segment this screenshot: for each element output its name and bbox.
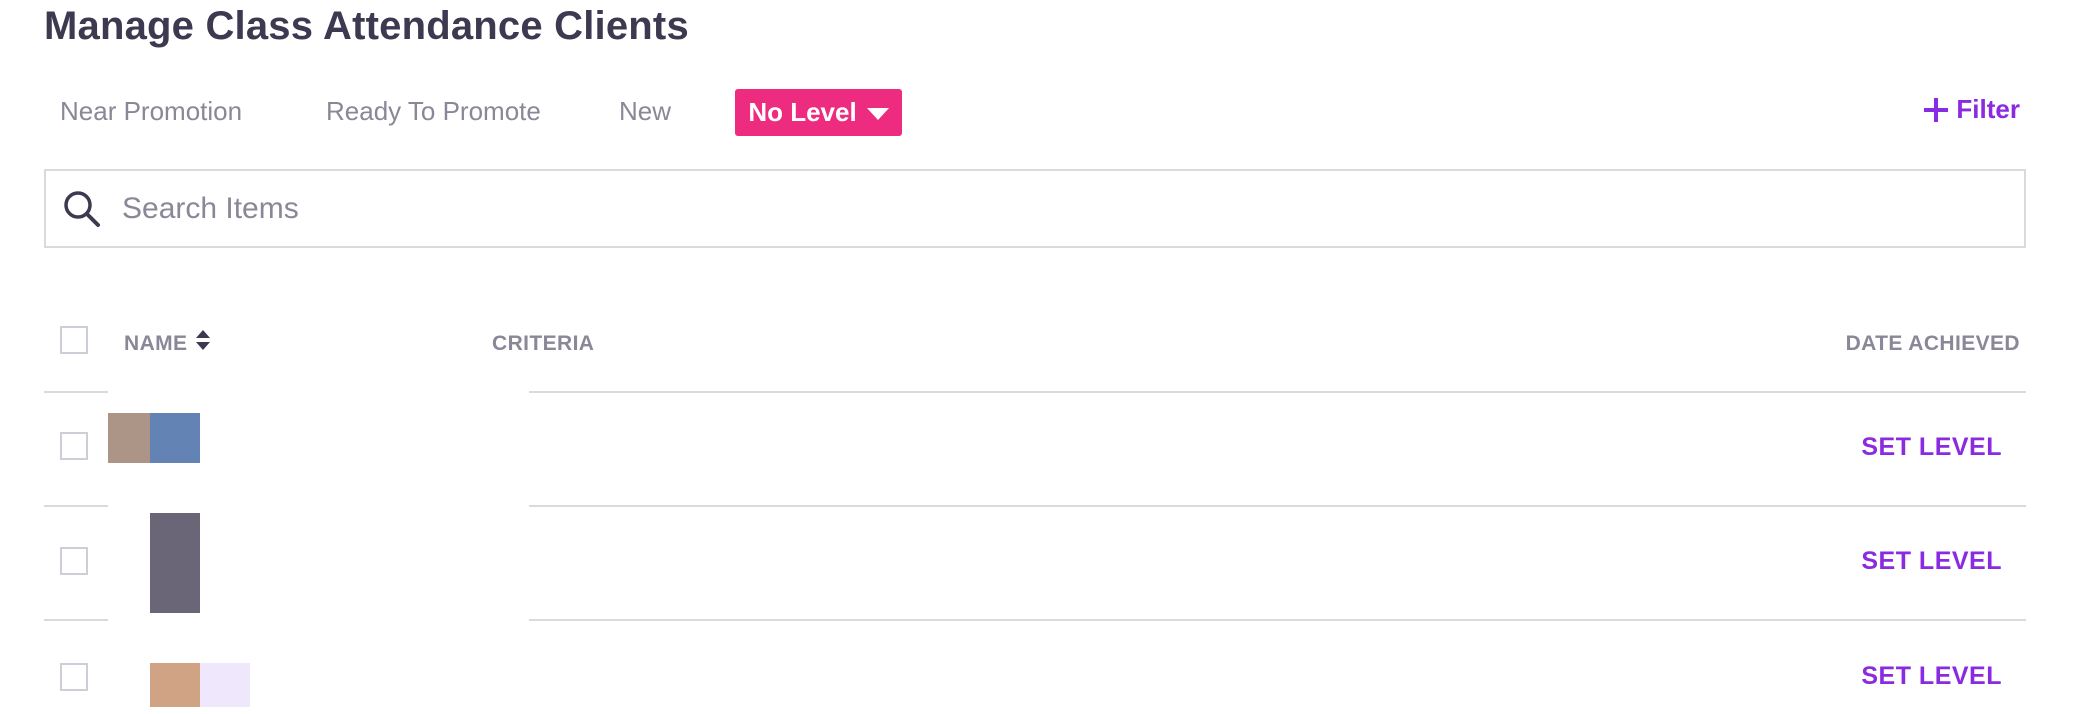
- search-bar: [44, 169, 2026, 248]
- tab-new[interactable]: New: [619, 96, 671, 127]
- row-checkbox[interactable]: [60, 547, 88, 575]
- avatar-swatch: [150, 663, 200, 707]
- search-icon: [56, 183, 108, 235]
- set-level-button[interactable]: SET LEVEL: [1861, 662, 2002, 691]
- table-header: NAME CRITERIA DATE ACHIEVED: [44, 318, 2026, 374]
- page: Manage Class Attendance Clients Near Pro…: [0, 0, 2096, 714]
- sort-icon[interactable]: [194, 330, 212, 356]
- set-level-button[interactable]: SET LEVEL: [1861, 547, 2002, 576]
- set-level-button[interactable]: SET LEVEL: [1861, 433, 2002, 462]
- tab-ready-to-promote[interactable]: Ready To Promote: [326, 96, 541, 127]
- row-checkbox[interactable]: [60, 432, 88, 460]
- caret-down-icon: [866, 108, 889, 120]
- search-input[interactable]: [120, 190, 1924, 227]
- column-criteria: CRITERIA: [492, 332, 595, 355]
- avatar-swatch: [150, 413, 200, 463]
- filter-button[interactable]: Filter: [1924, 94, 2020, 125]
- plus-icon: [1924, 97, 1949, 122]
- tab-near-promotion[interactable]: Near Promotion: [60, 96, 242, 127]
- row-checkbox[interactable]: [60, 663, 88, 691]
- page-title: Manage Class Attendance Clients: [44, 4, 689, 48]
- table-row[interactable]: SET LEVEL: [44, 621, 2026, 714]
- avatar-swatch: [200, 663, 250, 707]
- tab-no-level-label: No Level: [748, 97, 857, 127]
- table-row[interactable]: SET LEVEL: [44, 393, 2026, 505]
- column-name[interactable]: NAME: [124, 332, 187, 356]
- avatar-swatch: [150, 513, 200, 613]
- column-date-achieved: DATE ACHIEVED: [1845, 332, 2020, 355]
- avatar-swatch: [108, 413, 150, 463]
- filter-label: Filter: [1956, 94, 2020, 124]
- table-row[interactable]: SET LEVEL: [44, 507, 2026, 619]
- select-all-checkbox[interactable]: [60, 326, 88, 354]
- tab-no-level[interactable]: No Level: [735, 89, 902, 136]
